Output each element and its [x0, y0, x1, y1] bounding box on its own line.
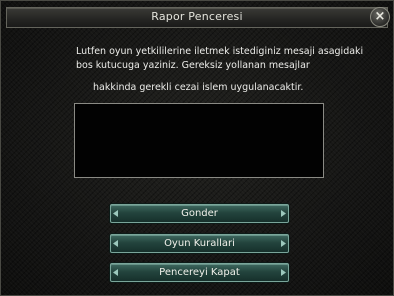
game-rules-button[interactable]: Oyun Kurallari — [110, 234, 289, 253]
report-window: Rapor Penceresi × Lutfen oyun yetkililer… — [0, 0, 394, 296]
message-line-3: hakkinda gerekli cezai islem uygulanacak… — [93, 82, 304, 93]
close-icon: × — [374, 9, 386, 24]
title-bar[interactable]: Rapor Penceresi — [6, 7, 388, 28]
send-button[interactable]: Gonder — [110, 204, 289, 223]
message-line-1: Lutfen oyun yetkililerine iletmek istedi… — [76, 46, 364, 57]
window-title: Rapor Penceresi — [151, 10, 243, 23]
close-window-button[interactable]: Pencereyi Kapat — [110, 263, 289, 282]
close-button[interactable]: × — [370, 7, 390, 27]
message-line-2: bos kutucuga yaziniz. Gereksiz yollanan … — [76, 60, 310, 71]
report-message-input[interactable] — [74, 103, 324, 178]
